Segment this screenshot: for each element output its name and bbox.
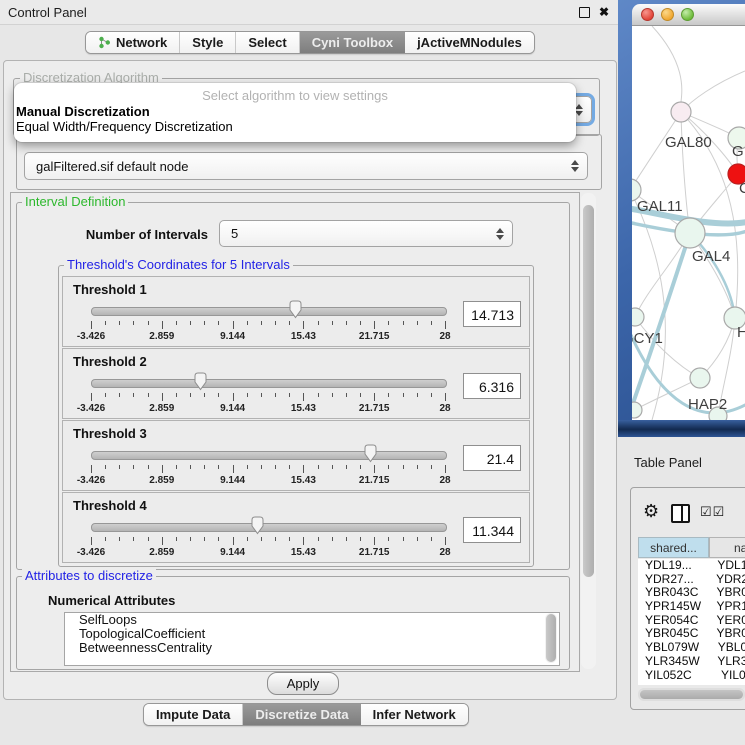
network-node[interactable] xyxy=(690,368,710,388)
table-hscrollbar-thumb[interactable] xyxy=(640,690,743,699)
table-row[interactable]: YPR145WYPR1 xyxy=(638,600,745,614)
tab-cyni-toolbox[interactable]: Cyni Toolbox xyxy=(300,32,405,53)
tab-discretize-data[interactable]: Discretize Data xyxy=(243,704,360,725)
threshold-row: Threshold 4 -3.4262.8599.14415.4321.7152… xyxy=(62,492,530,563)
column-header-name[interactable]: name xyxy=(709,537,745,558)
gear-icon[interactable]: ⚙ xyxy=(643,501,659,522)
minimize-traffic-light-icon[interactable] xyxy=(661,8,674,21)
split-columns-icon[interactable] xyxy=(671,504,690,523)
dropdown-option-manual[interactable]: Manual Discretization xyxy=(14,104,576,119)
table-row[interactable]: YIL052CYIL0 xyxy=(638,669,745,683)
table-row[interactable]: YBR043CYBR0 xyxy=(638,586,745,600)
num-intervals-combobox[interactable]: 5 xyxy=(219,220,513,247)
bottom-tabbar: Impute Data Discretize Data Infer Networ… xyxy=(143,703,469,726)
attributes-group-label: Attributes to discretize xyxy=(22,569,156,583)
slider-scale: -3.4262.8599.14415.4321.71528 xyxy=(91,331,445,341)
table-row[interactable]: YDR27...YDR2 xyxy=(638,573,745,587)
slider-thumb[interactable] xyxy=(288,300,303,319)
combo-stepper-icon xyxy=(492,228,512,240)
node-label: HAP2 xyxy=(688,396,727,413)
threshold-value-field[interactable]: 21.4 xyxy=(463,445,521,471)
combo-stepper-icon xyxy=(567,160,587,172)
attributes-list-scrollbar[interactable] xyxy=(545,613,557,663)
thresholds-group-label: Threshold's Coordinates for 5 Intervals xyxy=(64,258,293,272)
slider-scale: -3.4262.8599.14415.4321.71528 xyxy=(91,547,445,557)
table-row[interactable]: YLR345WYLR3 xyxy=(638,655,745,669)
network-icon xyxy=(98,36,111,49)
threshold-slider[interactable]: -3.4262.8599.14415.4321.71528 xyxy=(87,371,449,411)
node-label: GAL11 xyxy=(637,198,683,215)
dropdown-option-equal-width[interactable]: Equal Width/Frequency Discretization xyxy=(14,119,576,134)
node-label: GAL80 xyxy=(665,134,712,151)
screen: Control Panel ✖ Network Style Select Cyn… xyxy=(0,0,745,745)
dropdown-prompt: Select algorithm to view settings xyxy=(14,83,576,104)
checkbox-columns-icon[interactable]: ☑☑ xyxy=(700,504,725,520)
algorithm-dropdown-popup: Select algorithm to view settings Manual… xyxy=(14,83,576,142)
numerical-attributes-label: Numerical Attributes xyxy=(48,593,175,608)
zoom-traffic-light-icon[interactable] xyxy=(681,8,694,21)
threshold-value-field[interactable]: 14.713 xyxy=(463,301,521,327)
node-label: GCY1 xyxy=(632,330,663,347)
slider-scale: -3.4262.8599.14415.4321.71528 xyxy=(91,403,445,413)
table-rows: YDL19...YDL1 YDR27...YDR2 YBR043CYBR0 YP… xyxy=(638,559,745,685)
network-view[interactable]: GAL80 G. C GAL11 GAL4 GCY1 H HAP2 xyxy=(632,26,745,420)
network-window-frame-bottom xyxy=(618,420,745,437)
attributes-list-scrollbar-thumb[interactable] xyxy=(546,614,556,662)
slider-thumb[interactable] xyxy=(250,516,265,535)
table-row[interactable]: YER054CYER0 xyxy=(638,614,745,628)
close-traffic-light-icon[interactable] xyxy=(641,8,654,21)
tab-impute-data[interactable]: Impute Data xyxy=(144,704,243,725)
list-item[interactable]: TopologicalCoefficient xyxy=(65,627,559,641)
node-label: G. xyxy=(732,143,745,160)
node-label: C xyxy=(739,180,745,197)
interval-definition-label: Interval Definition xyxy=(22,195,128,209)
network-node[interactable] xyxy=(632,308,644,326)
node-label: GAL4 xyxy=(692,248,730,265)
network-node[interactable] xyxy=(671,102,691,122)
close-icon[interactable]: ✖ xyxy=(598,6,610,18)
num-intervals-value: 5 xyxy=(220,226,492,241)
table-data-combobox[interactable]: galFiltered.sif default node xyxy=(24,152,588,180)
threshold-slider[interactable]: -3.4262.8599.14415.4321.71528 xyxy=(87,515,449,555)
threshold-row: Threshold 1 -3.4262.8599.14415.4321.7152… xyxy=(62,276,530,347)
table-row[interactable]: YBR045CYBR0 xyxy=(638,627,745,641)
panel-title: Control Panel xyxy=(0,5,578,20)
table-data-value: galFiltered.sif default node xyxy=(25,159,567,174)
threshold-row: Threshold 3 -3.4262.8599.14415.4321.7152… xyxy=(62,420,530,491)
table-hscrollbar[interactable] xyxy=(638,688,745,701)
slider-scale: -3.4262.8599.14415.4321.71528 xyxy=(91,475,445,485)
float-window-icon[interactable] xyxy=(578,6,590,18)
list-item[interactable]: SelfLoops xyxy=(65,613,559,627)
node-label: H xyxy=(737,324,745,341)
panel-scrollbar[interactable] xyxy=(581,193,596,669)
column-header-shared[interactable]: shared... xyxy=(638,537,709,558)
network-node[interactable] xyxy=(632,402,642,418)
top-tabbar: Network Style Select Cyni Toolbox jActiv… xyxy=(85,31,535,54)
tab-style[interactable]: Style xyxy=(180,32,236,53)
tab-jactivemnodules[interactable]: jActiveMNodules xyxy=(405,32,534,53)
apply-button[interactable]: Apply xyxy=(267,672,339,695)
threshold-value-field[interactable]: 11.344 xyxy=(463,517,521,543)
threshold-row: Threshold 2 -3.4262.8599.14415.4321.7152… xyxy=(62,348,530,419)
table-row[interactable]: YDL19...YDL1 xyxy=(638,559,745,573)
tab-select[interactable]: Select xyxy=(236,32,299,53)
table-panel-title: Table Panel xyxy=(634,455,702,470)
threshold-slider[interactable]: -3.4262.8599.14415.4321.71528 xyxy=(87,443,449,483)
network-node[interactable] xyxy=(675,218,705,248)
slider-thumb[interactable] xyxy=(363,444,378,463)
tab-infer-network[interactable]: Infer Network xyxy=(361,704,468,725)
threshold-slider[interactable]: -3.4262.8599.14415.4321.71528 xyxy=(87,299,449,339)
table-row[interactable]: YBL079WYBL0 xyxy=(638,641,745,655)
panel-scrollbar-thumb[interactable] xyxy=(583,205,594,577)
list-item[interactable]: BetweennessCentrality xyxy=(65,641,559,655)
control-panel-titlebar: Control Panel ✖ xyxy=(0,0,618,25)
slider-thumb[interactable] xyxy=(193,372,208,391)
network-window-titlebar[interactable] xyxy=(632,4,745,26)
tab-network[interactable]: Network xyxy=(86,32,180,53)
threshold-value-field[interactable]: 6.316 xyxy=(463,373,521,399)
num-intervals-label: Number of Intervals xyxy=(60,227,208,242)
attributes-list[interactable]: SelfLoops TopologicalCoefficient Between… xyxy=(64,612,560,666)
